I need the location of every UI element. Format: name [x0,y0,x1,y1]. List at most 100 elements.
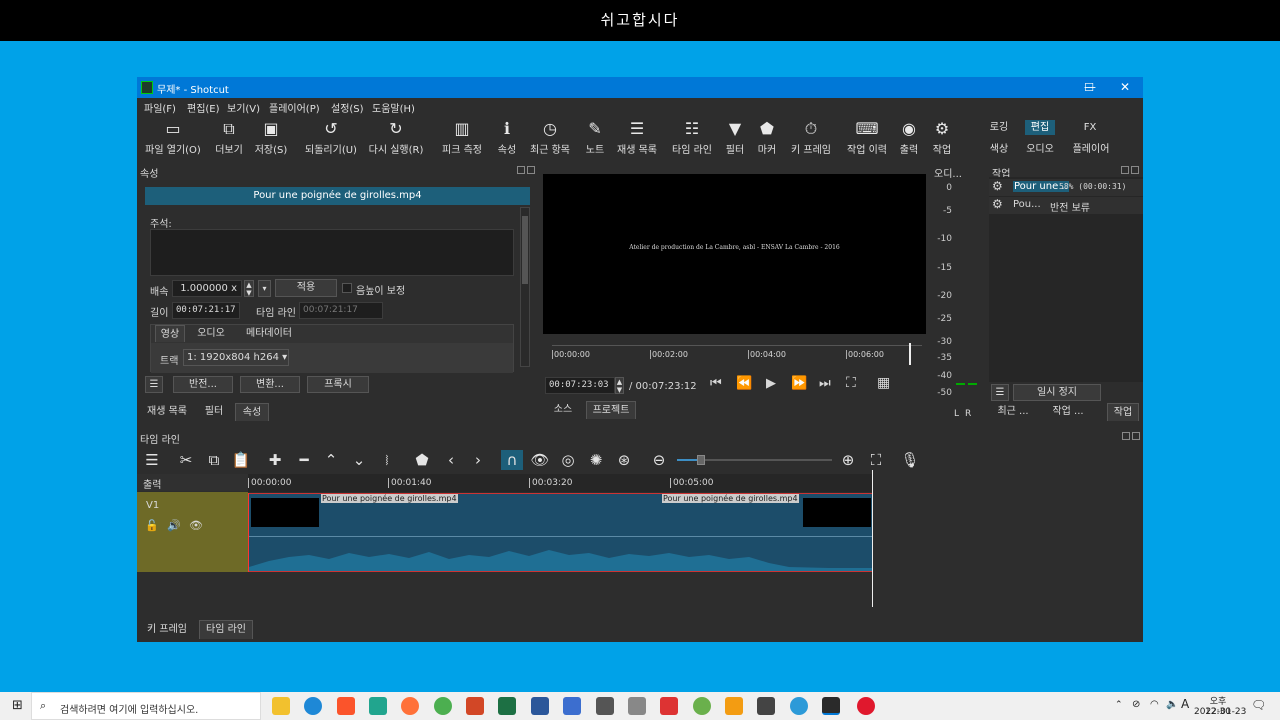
open-file-button[interactable]: ▭ 파일 열기(O) [143,117,203,156]
ripple-icon[interactable]: ◎ [557,450,579,470]
tab-keyframes[interactable]: 키 프레임 [141,621,193,638]
track-header-v1[interactable]: V1 🔓 🔊 👁 [137,492,248,572]
properties-menu-button[interactable]: ☰ [145,376,163,393]
float-icon[interactable] [1121,166,1129,174]
menu-file[interactable]: 파일(F) [144,100,176,115]
job-row[interactable]: ⚙ Pou... 반전 보류 [989,197,1143,214]
proxy-button[interactable]: 프록시 [307,376,369,393]
calculator-icon[interactable] [757,697,775,715]
tab-properties[interactable]: 속성 [235,403,269,421]
close-icon[interactable]: ✕ [1107,77,1143,98]
ime-indicator[interactable]: A [1181,697,1189,711]
speed-preset-dropdown[interactable]: ▾ [258,280,271,297]
undo-button[interactable]: ↺ 되돌리기(U) [305,117,357,156]
time-spin[interactable]: ▲ ▼ [615,377,624,394]
ripple-markers-icon[interactable]: ⊛ [613,450,635,470]
filters-button[interactable]: ▼ 필터 [724,117,746,156]
volume-icon[interactable]: 🔈 [1166,699,1178,710]
snap-icon[interactable]: ∩ [501,450,523,470]
tab-project[interactable]: 프로젝트 [586,401,636,419]
peak-meter-button[interactable]: ▥ 피크 측정 [439,117,485,156]
float-icon[interactable] [517,166,525,174]
app-icon[interactable] [563,697,581,715]
skip-next-icon[interactable]: ⏭ [819,376,831,391]
tray-icon[interactable]: ⊘ [1132,699,1140,710]
jobs-button[interactable]: ⚙ 작업 [930,117,954,156]
tab-jobs[interactable]: 작업 [1107,403,1139,421]
layout-fx[interactable]: FX [1080,120,1100,135]
menu-settings[interactable]: 설정(S) [331,100,364,115]
layout-editing[interactable]: 편집 [1025,120,1055,135]
zoom-out-icon[interactable]: ⊖ [648,450,670,470]
properties-scrollbar[interactable] [520,207,530,367]
layout-audio[interactable]: 오디오 [1023,142,1057,157]
tab-video[interactable]: 영상 [155,325,185,342]
speed-spin[interactable]: ▲ ▼ [244,280,254,297]
menu-view[interactable]: 보기(V) [227,100,260,115]
comment-field[interactable] [150,229,514,276]
zoom-fit-icon[interactable]: ⛶ [865,450,887,470]
wifi-icon[interactable]: ◠ [1150,699,1159,710]
zoom-icon[interactable]: ⛶ [846,375,856,391]
overwrite-icon[interactable]: ⌄ [348,450,370,470]
close-icon[interactable] [527,166,535,174]
remove-icon[interactable]: ━ [293,450,315,470]
ripple-all-icon[interactable]: ✺ [585,450,607,470]
title-bar[interactable]: 무제* - Shotcut — ✕ [137,77,1143,98]
browser-icon[interactable] [369,697,387,715]
menu-help[interactable]: 도움말(H) [372,100,415,115]
maximize-icon[interactable]: ☐ [1080,77,1098,98]
app-icon[interactable] [693,697,711,715]
skip-previous-icon[interactable]: ⏮ [710,376,722,391]
tab-metadata[interactable]: 메타데이터 [239,325,299,342]
next-marker-icon[interactable]: › [467,450,489,470]
recent-button[interactable]: ◷ 최근 항목 [527,117,573,156]
export-button[interactable]: ◉ 출력 [897,117,921,156]
append-icon[interactable]: ✚ [264,450,286,470]
timeline-playhead[interactable] [872,470,873,607]
timeline-ruler[interactable]: 00:00:00 00:01:40 00:03:20 00:05:00 [248,474,873,492]
file-explorer-icon[interactable] [272,697,290,715]
playlist-button[interactable]: ☰ 재생 목록 [614,117,660,156]
tab-source[interactable]: 소스 [544,401,582,418]
pitch-checkbox[interactable] [342,283,352,293]
previous-marker-icon[interactable]: ‹ [440,450,462,470]
word-icon[interactable] [531,697,549,715]
more-button[interactable]: ⧉ 더보기 [209,117,249,156]
split-icon[interactable]: ⧘ [376,450,398,470]
tab-recent[interactable]: 최근 ... [991,403,1035,420]
properties-button[interactable]: ℹ 속성 [492,117,522,156]
edge-icon[interactable] [304,697,322,715]
close-icon[interactable] [1131,166,1139,174]
layout-color[interactable]: 색상 [985,142,1013,157]
job-row[interactable]: ⚙ Pour une .. 58% (00:00:31) [989,179,1143,196]
lift-icon[interactable]: ⌃ [320,450,342,470]
menu-edit[interactable]: 편집(E) [187,100,220,115]
timeline-clip[interactable]: Pour une poignée de girolles.mp4 Pour un… [248,493,873,572]
rewind-icon[interactable]: ⏪ [736,376,752,391]
record-audio-icon[interactable]: 🎙 [899,450,921,470]
track-select[interactable]: 1: 1920x804 h264 ▾ [183,349,289,366]
copy-icon[interactable]: ⧉ [203,450,225,470]
excel-icon[interactable] [498,697,516,715]
markers-button[interactable]: ⬟ 마커 [755,117,779,156]
play-icon[interactable]: ▶ [766,376,776,391]
timeline-button[interactable]: ☷ 타임 라인 [669,117,715,156]
clock-date[interactable]: 2022-01-23 [1194,707,1246,717]
pause-button[interactable]: 일시 정지 [1013,384,1101,401]
layout-logging[interactable]: 로깅 [985,120,1013,135]
save-button[interactable]: ▣ 저장(S) [253,117,289,156]
player-playhead[interactable] [909,343,911,365]
keyframes-button[interactable]: ⏱ 키 프레임 [789,117,833,156]
duration-field[interactable]: 00:07:21:17 [172,302,240,319]
jobs-menu-button[interactable]: ☰ [991,384,1009,401]
reverse-button[interactable]: 반전... [173,376,233,393]
zoom-in-icon[interactable]: ⊕ [837,450,859,470]
speed-field[interactable]: 1.000000 x [172,280,242,297]
tab-history[interactable]: 작업 ... [1041,403,1095,420]
tray-chevron-icon[interactable]: ⌃ [1115,700,1123,710]
app-icon[interactable] [596,697,614,715]
notes-button[interactable]: ✎ 노트 [581,117,609,156]
tab-playlist[interactable]: 재생 목록 [141,403,193,420]
taskbar-search-box[interactable]: ⌕ 검색하려면 여기에 입력하십시오. [31,692,261,720]
